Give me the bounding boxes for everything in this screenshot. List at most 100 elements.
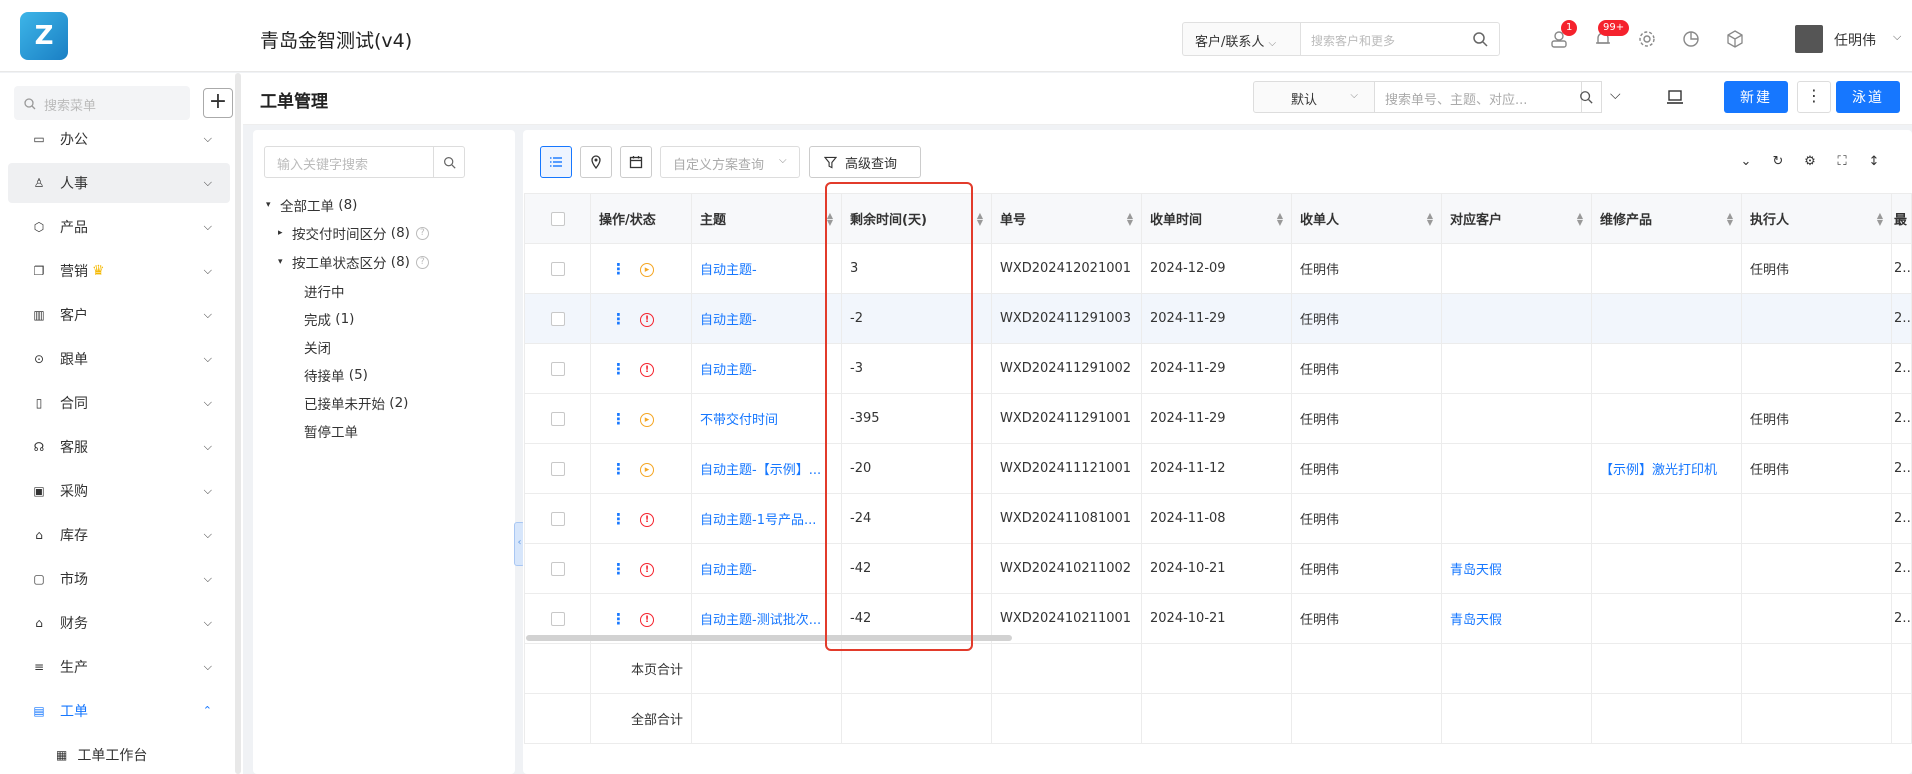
search-type-select[interactable]: 客户/联系人 ⌵ — [1182, 22, 1300, 56]
chevron-down-icon[interactable]: ⌵ — [1610, 87, 1621, 103]
table-row[interactable]: ⋮! 自动主题- -3 WXD202411291002 2024-11-29 任明伟 20 — [524, 343, 1912, 394]
row-select-cell[interactable] — [524, 293, 591, 344]
col-repair-product[interactable]: 维修产品 ▲ ▼ — [1591, 193, 1742, 244]
subject-cell[interactable]: 自动主题-【示例】... — [691, 443, 842, 494]
repair-product-cell[interactable] — [1591, 493, 1742, 544]
app-logo[interactable]: Z — [20, 12, 68, 60]
row-checkbox[interactable] — [550, 461, 565, 476]
help-icon[interactable]: ? — [415, 255, 429, 269]
table-row[interactable]: ⋮ ▸ 不带交付时间 -395 WXD202411291001 2024-11-29 任明伟… — [524, 393, 1912, 444]
tree-search-button[interactable] — [433, 146, 465, 178]
laptop-icon[interactable] — [1666, 88, 1684, 106]
subject-cell[interactable]: 自动主题- — [691, 293, 842, 344]
customer-cell[interactable] — [1441, 243, 1592, 294]
sidebar-item-follow[interactable]: ⊙ 跟单 ⌵ — [8, 339, 230, 379]
chevron-down-icon[interactable]: ⌵ — [1893, 30, 1901, 44]
repair-product-cell[interactable]: 【示例】激光打印机 — [1591, 443, 1742, 494]
caret-down-icon[interactable]: ▾ — [278, 257, 286, 267]
customer-cell[interactable]: 青岛天假 — [1441, 543, 1592, 594]
action-status-cell[interactable]: ⋮! — [590, 493, 692, 544]
customer-cell[interactable] — [1441, 393, 1592, 444]
calendar-view-button[interactable] — [620, 146, 652, 178]
customer-cell[interactable] — [1441, 443, 1592, 494]
tree-node-by-status[interactable]: ▾ 按工单状态区分 (8)? — [278, 252, 429, 272]
table-row[interactable]: ⋮! 自动主题- -42 WXD202410211002 2024-10-21 任明伟 青岛… — [524, 543, 1912, 594]
sort-icon[interactable]: ▲ ▼ — [1877, 212, 1883, 227]
subject-cell[interactable]: 自动主题-1号产品... — [691, 493, 842, 544]
new-button[interactable]: 新建 — [1724, 81, 1788, 113]
action-status-cell[interactable]: ⋮ ▸ — [590, 243, 692, 294]
cube-icon[interactable] — [1725, 29, 1745, 49]
sidebar-item-marketing[interactable]: ❐ 营销 ♛ ⌵ — [8, 251, 230, 291]
table-row[interactable]: ⋮ ▸ 自动主题- 3 WXD202412021001 2024-12-09 任明伟 任明伟 2… — [524, 243, 1912, 294]
sort-icon[interactable]: ▲ ▼ — [1577, 212, 1583, 227]
sidebar-item-service[interactable]: ☊ 客服 ⌵ — [8, 427, 230, 467]
sort-icon[interactable]: ▲ ▼ — [1727, 212, 1733, 227]
table-row[interactable]: ⋮ ▸ 自动主题-【示例】... -20 WXD202411121001 2024-11-… — [524, 443, 1912, 494]
action-status-cell[interactable]: ⋮! — [590, 543, 692, 594]
row-checkbox[interactable] — [550, 261, 565, 276]
sidebar-item-market[interactable]: ▢ 市场 ⌵ — [8, 559, 230, 599]
repair-product-cell[interactable] — [1591, 243, 1742, 294]
sidebar-item-workorder[interactable]: ▤ 工单 ⌃ — [8, 691, 230, 731]
tree-node-paused[interactable]: 暂停工单 — [304, 421, 358, 441]
row-height-icon[interactable]: ↕ — [1865, 152, 1883, 170]
sidebar-item-office[interactable]: ▭ 办公 ⌵ — [8, 119, 230, 159]
map-view-button[interactable] — [580, 146, 612, 178]
tree-node-all[interactable]: ▾ 全部工单 (8) — [266, 195, 357, 215]
menu-search-input[interactable]: 搜索菜单 — [14, 86, 190, 120]
more-actions-icon[interactable]: ⋮ — [611, 610, 626, 628]
more-actions-icon[interactable]: ⋮ — [611, 460, 626, 478]
fullscreen-icon[interactable]: ⛶ — [1833, 152, 1851, 170]
tree-node-done[interactable]: 完成 (1) — [304, 309, 354, 329]
tree-search-input[interactable]: 输入关键字搜索 — [264, 146, 434, 178]
sidebar-item-product[interactable]: ⬡ 产品 ⌵ — [8, 207, 230, 247]
refresh-icon[interactable]: ↻ — [1769, 152, 1787, 170]
tree-node-pending[interactable]: 待接单 (5) — [304, 365, 368, 385]
row-select-cell[interactable] — [524, 393, 591, 444]
sort-icon[interactable]: ▲ ▼ — [1127, 212, 1133, 227]
repair-product-cell[interactable] — [1591, 393, 1742, 444]
repair-product-cell[interactable] — [1591, 593, 1742, 644]
more-actions-icon[interactable]: ⋮ — [611, 360, 626, 378]
sidebar-scrollbar[interactable] — [235, 73, 241, 774]
select-all-checkbox[interactable] — [550, 211, 565, 226]
action-status-cell[interactable]: ⋮! — [590, 343, 692, 394]
tree-node-closed[interactable]: 关闭 — [304, 337, 331, 357]
subject-cell[interactable]: 自动主题- — [691, 543, 842, 594]
order-search-input[interactable]: 搜索单号、主题、对应... — [1374, 81, 1582, 113]
action-status-cell[interactable]: ⋮ ▸ — [590, 443, 692, 494]
repair-product-cell[interactable] — [1591, 343, 1742, 394]
tree-node-in-progress[interactable]: 进行中 — [304, 281, 345, 301]
row-checkbox[interactable] — [550, 511, 565, 526]
col-customer[interactable]: 对应客户 ▲ ▼ — [1441, 193, 1592, 244]
lane-button[interactable]: 泳道 — [1836, 81, 1900, 113]
row-select-cell[interactable] — [524, 243, 591, 294]
row-checkbox[interactable] — [550, 561, 565, 576]
action-status-cell[interactable]: ⋮! — [590, 293, 692, 344]
search-icon[interactable] — [1472, 31, 1488, 47]
advanced-query-button[interactable]: 高级查询 — [809, 146, 921, 178]
select-all-cell[interactable] — [524, 193, 591, 244]
sort-icon[interactable]: ▲ ▼ — [977, 212, 983, 227]
col-subject[interactable]: 主题 ▲ ▼ — [691, 193, 842, 244]
sort-icon[interactable]: ▲ ▼ — [827, 212, 833, 227]
col-executor[interactable]: 执行人 ▲ ▼ — [1741, 193, 1892, 244]
sidebar-item-customer[interactable]: ▥ 客户 ⌵ — [8, 295, 230, 335]
col-receive-date[interactable]: 收单时间 ▲ ▼ — [1141, 193, 1292, 244]
repair-product-cell[interactable] — [1591, 543, 1742, 594]
repair-product-cell[interactable] — [1591, 293, 1742, 344]
double-chevron-down-icon[interactable]: ⌄ — [1737, 152, 1755, 170]
sidebar-item-finance[interactable]: ⌂ 财务 ⌵ — [8, 603, 230, 643]
more-actions-icon[interactable]: ⋮ — [611, 560, 626, 578]
gear-icon[interactable]: ⚙ — [1801, 152, 1819, 170]
col-order-no[interactable]: 单号 ▲ ▼ — [991, 193, 1142, 244]
help-icon[interactable]: ? — [415, 226, 429, 240]
row-checkbox[interactable] — [550, 361, 565, 376]
table-row[interactable]: ⋮! 自动主题- -2 WXD202411291003 2024-11-29 任明伟 20 — [524, 293, 1912, 344]
more-actions-icon[interactable]: ⋮ — [611, 310, 626, 328]
action-status-cell[interactable]: ⋮ ▸ — [590, 393, 692, 444]
pie-chart-icon[interactable] — [1681, 29, 1701, 49]
col-receiver[interactable]: 收单人 ▲ ▼ — [1291, 193, 1442, 244]
sidebar-subitem-workbench[interactable]: ▦ 工单工作台 — [56, 745, 147, 765]
